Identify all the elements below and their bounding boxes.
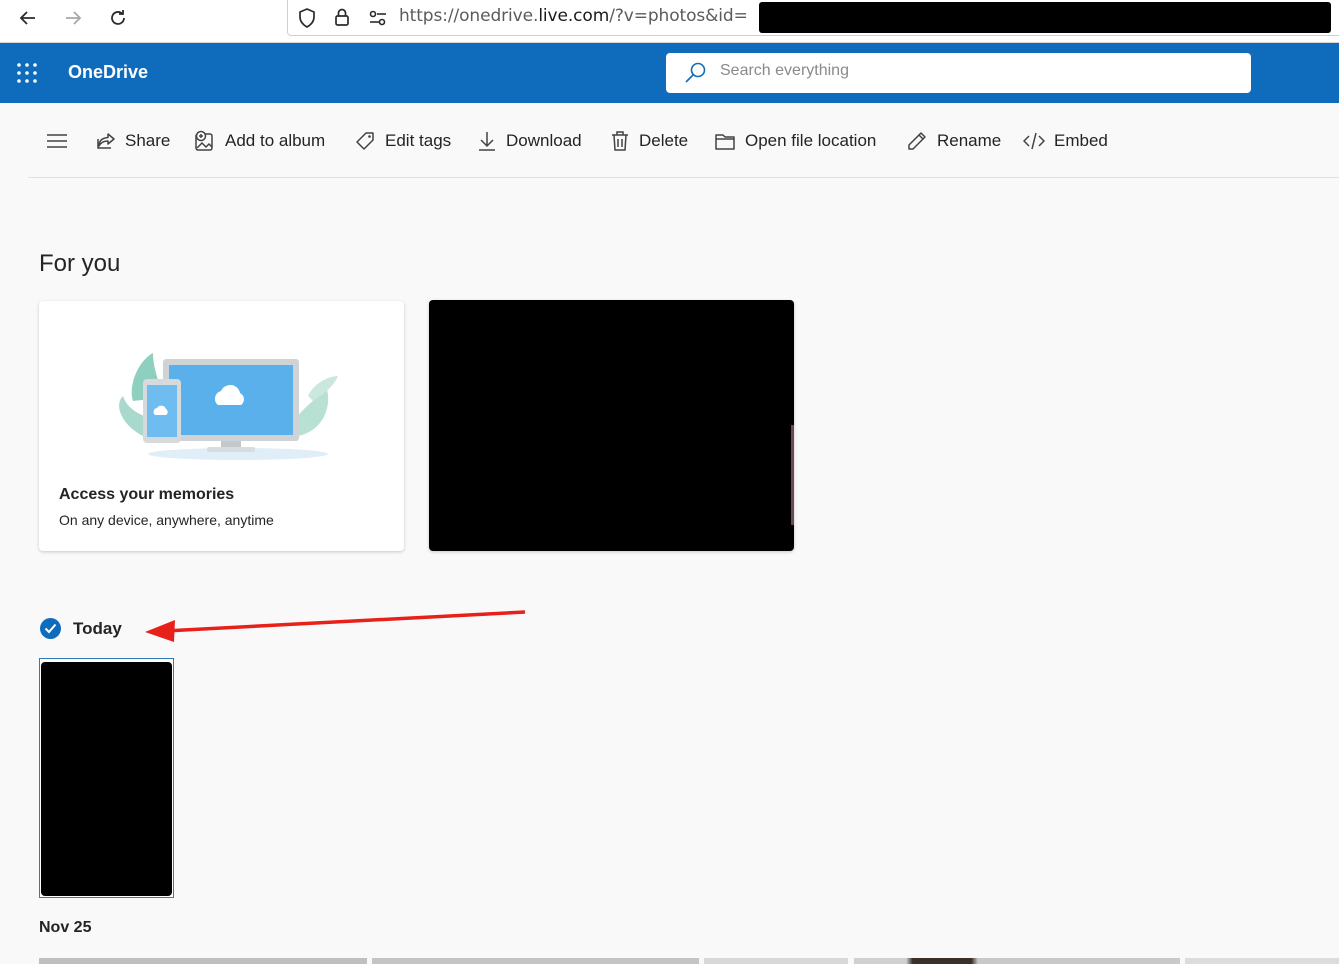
add-to-album-button[interactable]: Add to album	[194, 129, 325, 153]
url-path: /?v=photos&id=	[609, 6, 748, 26]
back-arrow-icon[interactable]	[13, 6, 43, 30]
open-file-location-label: Open file location	[745, 131, 877, 150]
delete-button[interactable]: Delete	[610, 129, 688, 153]
hamburger-menu-icon[interactable]	[46, 129, 68, 153]
rename-button[interactable]: Rename	[906, 129, 1001, 153]
select-group-checkbox[interactable]	[40, 618, 61, 639]
app-header: OneDrive	[0, 43, 1339, 103]
pencil-icon	[908, 132, 926, 150]
memory-photo-card[interactable]	[429, 300, 794, 551]
memories-card-subtitle: On any device, anywhere, anytime	[59, 512, 274, 528]
search-icon	[684, 62, 708, 88]
folder-icon	[715, 134, 735, 150]
code-icon	[1023, 132, 1045, 150]
devices-illustration	[119, 353, 338, 460]
address-bar[interactable]: https://onedrive.live.com/?v=photos&id=	[287, 0, 1339, 36]
reload-icon[interactable]	[103, 6, 133, 30]
browser-toolbar: https://onedrive.live.com/?v=photos&id=	[0, 0, 1339, 43]
edit-tags-button[interactable]: Edit tags	[355, 129, 451, 153]
permissions-icon[interactable]	[368, 9, 388, 31]
memories-card-title: Access your memories	[59, 486, 235, 503]
photo-thumbnail[interactable]	[39, 958, 367, 964]
search-box[interactable]	[666, 53, 1251, 93]
url-host: live.com	[538, 6, 610, 26]
memories-card[interactable]: Access your memories On any device, anyw…	[39, 301, 404, 551]
command-bar: Share Add to album Edit tags Download De…	[28, 103, 1339, 178]
embed-button[interactable]: Embed	[1023, 129, 1108, 153]
embed-label: Embed	[1054, 131, 1108, 150]
forward-arrow-icon[interactable]	[58, 6, 88, 30]
download-label: Download	[506, 131, 582, 150]
for-you-heading: For you	[39, 250, 121, 277]
photo-edge	[791, 425, 794, 525]
add-to-album-label: Add to album	[225, 131, 326, 150]
download-icon	[479, 132, 495, 151]
add-image-icon	[195, 130, 213, 151]
photo-thumbnail[interactable]	[854, 958, 1180, 964]
photo-thumbnail[interactable]	[1185, 958, 1339, 964]
rename-label: Rename	[937, 131, 1002, 150]
trash-icon	[612, 131, 628, 151]
photo-thumbnail[interactable]	[704, 958, 848, 964]
checkmark-icon	[44, 623, 57, 634]
redacted-photo	[41, 662, 172, 896]
redacted-url-id	[759, 2, 1331, 33]
search-input[interactable]	[720, 62, 1220, 80]
lock-icon[interactable]	[334, 7, 350, 31]
annotation-arrow	[145, 610, 526, 642]
app-launcher-icon[interactable]	[16, 62, 38, 84]
today-group-label: Today	[73, 619, 122, 638]
app-title[interactable]: OneDrive	[68, 62, 148, 83]
edit-tags-label: Edit tags	[385, 131, 452, 150]
share-button[interactable]: Share	[96, 129, 170, 153]
delete-label: Delete	[639, 131, 689, 150]
tag-icon	[356, 131, 374, 150]
download-button[interactable]: Download	[477, 129, 582, 153]
shield-icon[interactable]	[298, 8, 316, 32]
url-prefix: https://onedrive.	[399, 6, 539, 26]
share-label: Share	[125, 131, 171, 150]
url-text[interactable]: https://onedrive.live.com/?v=photos&id=	[399, 6, 748, 26]
selected-photo-tile[interactable]	[39, 658, 174, 898]
nov25-group-label: Nov 25	[39, 919, 92, 936]
open-file-location-button[interactable]: Open file location	[714, 129, 876, 153]
share-icon	[97, 133, 115, 149]
photo-thumbnail[interactable]	[372, 958, 699, 964]
